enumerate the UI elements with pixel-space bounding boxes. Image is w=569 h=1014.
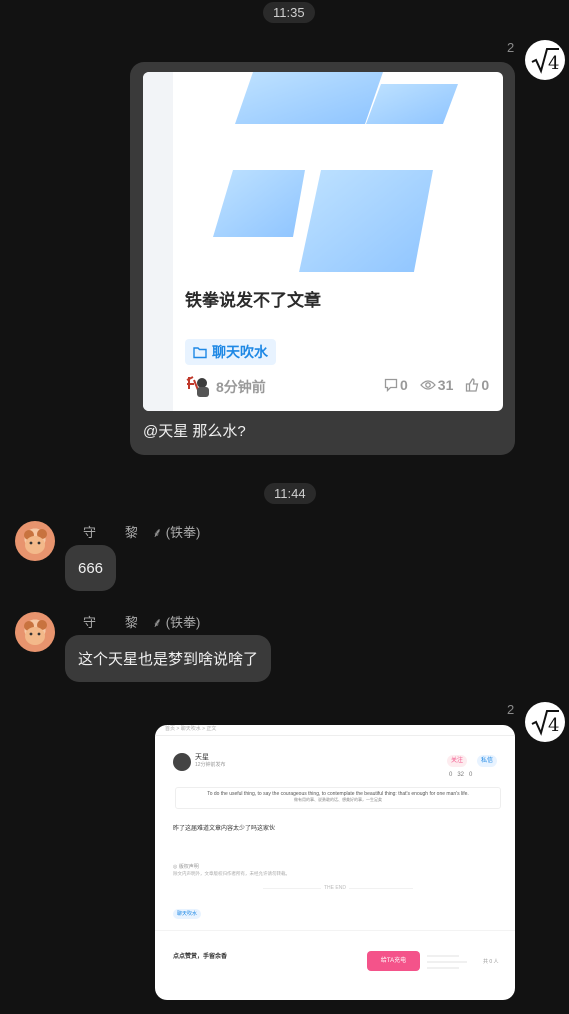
eye-icon bbox=[419, 380, 436, 390]
the-end: THE END bbox=[321, 885, 349, 891]
screenshot-image-message[interactable]: 首页 > 聊天吹水 > 正文 天星 12分钟前发布 关注 私信 0 32 0 T… bbox=[155, 725, 515, 1000]
sender-avatar[interactable] bbox=[15, 521, 55, 561]
sender-avatar-2[interactable] bbox=[15, 612, 55, 652]
self-avatar[interactable]: 4 bbox=[525, 40, 565, 80]
article-views: 32 bbox=[457, 772, 465, 778]
article-author-avatar[interactable] bbox=[173, 753, 191, 771]
like-count: 0 bbox=[481, 377, 490, 393]
cat-avatar-icon bbox=[24, 529, 47, 554]
comment-stat: 0 bbox=[384, 377, 408, 393]
article-posted: 12分钟前发布 bbox=[195, 762, 226, 768]
article-stats: 0 32 0 bbox=[449, 772, 472, 778]
message-666[interactable]: 666 bbox=[65, 545, 117, 591]
message-tianxing[interactable]: 这个天星也是梦到啥说啥了 bbox=[65, 635, 272, 682]
svg-text:4: 4 bbox=[548, 53, 559, 74]
post-stats: 0 31 0 bbox=[384, 377, 489, 393]
quote-box: To do the useful thing, to say the coura… bbox=[175, 787, 501, 809]
card-sidebar-strip bbox=[143, 72, 173, 411]
cat-avatar-icon-2 bbox=[24, 620, 47, 645]
copyright-text: 除文内声明外，文章版权归作者所有，未经允许请勿转载。 bbox=[173, 871, 290, 876]
sender-name: 守 黎 ⸙ (铁拳) bbox=[83, 525, 201, 540]
message-666-text: 666 bbox=[78, 559, 104, 577]
thumbs-up-icon bbox=[466, 378, 479, 392]
sqrt-icon-2: 4 bbox=[531, 710, 559, 736]
follow-button[interactable]: 关注 bbox=[447, 755, 468, 767]
article-body: 昨了这届难道文章内容太少了吗这家伙 bbox=[173, 826, 276, 832]
charge-button[interactable]: 给TA充电 bbox=[367, 951, 420, 971]
divider-2 bbox=[155, 930, 515, 931]
reward-prompt: 点点赞赏，手留余香 bbox=[173, 954, 228, 960]
copyright-title: ◎ 版权声明 bbox=[173, 864, 199, 870]
author-avatar-icon bbox=[185, 374, 211, 398]
unread-count: 2 bbox=[507, 40, 515, 55]
unread-count-2: 2 bbox=[507, 702, 515, 717]
charge-label: 给TA充电 bbox=[380, 958, 407, 964]
comment-icon bbox=[384, 378, 398, 392]
supporter-lines-decoration bbox=[427, 955, 467, 969]
article-breadcrumb: 首页 > 聊天吹水 > 正文 bbox=[165, 726, 217, 732]
sqrt-icon: 4 bbox=[531, 48, 559, 74]
post-illustration bbox=[213, 72, 458, 272]
quote-cn: 做有用的事、说勇敢的话、想美好的事，一生足矣 bbox=[294, 797, 382, 802]
post-title[interactable]: 铁拳说发不了文章 bbox=[185, 286, 321, 311]
like-stat: 0 bbox=[465, 377, 489, 393]
post-time: 8分钟前 bbox=[216, 379, 266, 395]
view-stat: 31 bbox=[419, 377, 454, 393]
supporter-count: 共 0 人 bbox=[483, 959, 499, 965]
comment-count: 0 bbox=[400, 377, 408, 393]
follow-label: 关注 bbox=[451, 758, 464, 764]
author-avatar-small[interactable] bbox=[185, 374, 211, 398]
sender-name-2: 守 黎 ⸙ (铁拳) bbox=[83, 615, 201, 630]
folder-icon bbox=[193, 346, 207, 358]
timestamp-1135: 11:35 bbox=[263, 2, 315, 23]
view-count: 31 bbox=[437, 377, 454, 393]
article-tag[interactable]: 聊天吹水 bbox=[173, 909, 202, 919]
post-tag-label: 聊天吹水 bbox=[212, 344, 268, 360]
self-avatar-2[interactable]: 4 bbox=[525, 702, 565, 742]
article-tag-label: 聊天吹水 bbox=[177, 911, 198, 917]
post-tag[interactable]: 聊天吹水 bbox=[185, 339, 276, 365]
svg-text:4: 4 bbox=[548, 715, 559, 736]
message-caption: @天星 那么水? bbox=[143, 423, 246, 440]
article-comments: 0 bbox=[449, 772, 453, 778]
article-likes: 0 bbox=[469, 772, 473, 778]
shared-post-card[interactable]: 铁拳说发不了文章 聊天吹水 8分钟前 0 31 0 bbox=[143, 72, 503, 411]
dm-label: 私信 bbox=[481, 758, 494, 764]
message-tianxing-text: 这个天星也是梦到啥说啥了 bbox=[78, 651, 259, 668]
timestamp-1144: 11:44 bbox=[264, 483, 316, 504]
self-message-bubble[interactable]: 铁拳说发不了文章 聊天吹水 8分钟前 0 31 0 @天星 那么水? bbox=[130, 62, 515, 455]
divider bbox=[155, 735, 515, 736]
dm-button[interactable]: 私信 bbox=[477, 755, 498, 767]
